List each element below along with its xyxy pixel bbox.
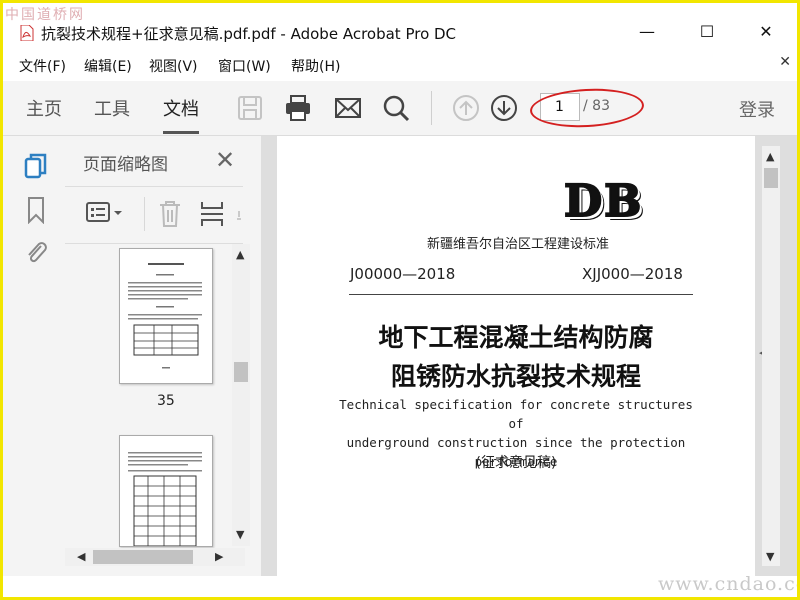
english-title-line-2: underground construction since the prote… bbox=[346, 435, 686, 450]
page-thumbnail[interactable] bbox=[119, 435, 213, 547]
page-thumbnails-icon[interactable] bbox=[23, 152, 49, 180]
scroll-thumb[interactable] bbox=[764, 168, 778, 188]
scroll-thumb[interactable] bbox=[93, 550, 193, 564]
panel-toolbar-separator bbox=[144, 197, 145, 231]
title-bar: 抗裂技术规程+征求意见稿.pdf.pdf - Adobe Acrobat Pro… bbox=[3, 3, 797, 43]
menu-edit[interactable]: 编辑(E) bbox=[84, 56, 132, 76]
scroll-down-arrow[interactable]: ▼ bbox=[766, 550, 774, 563]
thumbnail-horizontal-scrollbar[interactable]: ◀ ▶ bbox=[65, 548, 245, 566]
save-icon[interactable] bbox=[235, 93, 265, 123]
toolbar-separator bbox=[431, 91, 432, 125]
maximize-button[interactable]: ☐ bbox=[687, 21, 727, 43]
tab-document[interactable]: 文档 bbox=[163, 95, 199, 134]
scroll-thumb[interactable] bbox=[234, 362, 248, 382]
login-button[interactable]: 登录 bbox=[739, 96, 775, 122]
print-icon[interactable] bbox=[283, 93, 313, 123]
page-thumbnail[interactable] bbox=[119, 248, 213, 384]
thumbnail-content bbox=[128, 452, 202, 546]
watermark-top: 中国道桥网 bbox=[5, 7, 85, 23]
pdf-page: DB 新疆维吾尔自治区工程建设标准 J00000—2018 XJJ000—201… bbox=[277, 136, 755, 576]
page-down-icon[interactable] bbox=[489, 93, 519, 123]
delete-page-icon[interactable] bbox=[157, 199, 183, 229]
navigation-pane-strip bbox=[3, 136, 66, 576]
close-button[interactable]: ✕ bbox=[746, 21, 786, 43]
menu-file[interactable]: 文件(F) bbox=[19, 56, 66, 76]
standard-name: 新疆维吾尔自治区工程建设标准 bbox=[427, 237, 610, 252]
header-rule bbox=[349, 294, 693, 295]
scroll-up-arrow[interactable]: ▲ bbox=[766, 150, 774, 163]
thumbnail-content bbox=[128, 263, 202, 369]
page-thumbnail-label: 35 bbox=[157, 393, 175, 409]
scroll-down-arrow[interactable]: ▼ bbox=[236, 528, 244, 541]
attachment-icon[interactable] bbox=[23, 238, 49, 266]
overflow-icon[interactable] bbox=[235, 207, 243, 223]
document-view: DB 新疆维吾尔自治区工程建设标准 J00000—2018 XJJ000—201… bbox=[261, 136, 797, 576]
tab-tools[interactable]: 工具 bbox=[94, 95, 130, 121]
page-up-icon[interactable] bbox=[451, 93, 481, 123]
scroll-right-arrow[interactable]: ▶ bbox=[215, 550, 223, 563]
document-title-line-1: 地下工程混凝土结构防腐 bbox=[378, 323, 654, 352]
panel-close-button[interactable]: ✕ bbox=[215, 146, 235, 174]
menu-bar: 文件(F) 编辑(E) 视图(V) 窗口(W) 帮助(H) ✕ bbox=[3, 53, 797, 77]
english-title-line-1: Technical specification for concrete str… bbox=[339, 397, 693, 431]
menu-view[interactable]: 视图(V) bbox=[149, 56, 198, 76]
bookmark-icon[interactable] bbox=[23, 196, 49, 224]
menu-help[interactable]: 帮助(H) bbox=[291, 56, 340, 76]
pdf-file-icon bbox=[20, 25, 34, 41]
panel-toolbar bbox=[65, 186, 243, 244]
draft-label: (征求意见稿) bbox=[475, 455, 557, 471]
standard-code-right: XJJ000—2018 bbox=[582, 265, 683, 283]
email-icon[interactable] bbox=[333, 93, 363, 123]
minimize-button[interactable]: — bbox=[627, 21, 667, 43]
standard-code-left: J00000—2018 bbox=[350, 265, 456, 283]
insert-page-icon[interactable] bbox=[199, 199, 225, 229]
thumbnail-panel: 页面缩略图 ✕ 35 ▲ ▼ ◀ ▶ bbox=[65, 136, 271, 576]
scroll-up-arrow[interactable]: ▲ bbox=[236, 248, 244, 261]
options-menu-icon[interactable] bbox=[85, 199, 125, 227]
document-vertical-scrollbar[interactable]: ▲ ▼ bbox=[762, 146, 780, 566]
scroll-left-arrow[interactable]: ◀ bbox=[77, 550, 85, 563]
window-title: 抗裂技术规程+征求意见稿.pdf.pdf - Adobe Acrobat Pro… bbox=[41, 25, 457, 43]
document-close-button[interactable]: ✕ bbox=[779, 54, 791, 70]
main-toolbar: 主页 工具 文档 1 / 83 登录 bbox=[3, 81, 797, 136]
db-logo: DB bbox=[563, 175, 644, 228]
watermark-bottom: www.cndao.com bbox=[658, 573, 797, 595]
document-title-line-2: 阻锈防水抗裂技术规程 bbox=[390, 362, 641, 391]
tab-home[interactable]: 主页 bbox=[26, 95, 62, 121]
menu-window[interactable]: 窗口(W) bbox=[218, 56, 271, 76]
panel-title: 页面缩略图 bbox=[83, 155, 168, 175]
thumbnail-vertical-scrollbar[interactable]: ▲ ▼ bbox=[232, 244, 250, 546]
screenshot-frame: 抗裂技术规程+征求意见稿.pdf.pdf - Adobe Acrobat Pro… bbox=[0, 0, 800, 600]
search-icon[interactable] bbox=[381, 93, 411, 123]
